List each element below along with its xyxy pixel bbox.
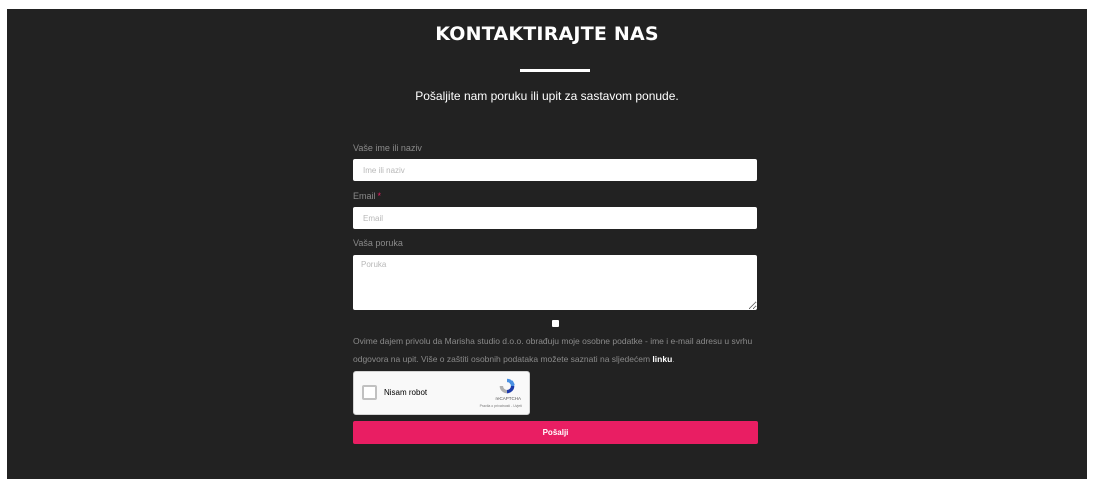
submit-button[interactable]: Pošalji <box>353 421 758 444</box>
contact-section: KONTAKTIRAJTE NAS Pošaljite nam poruku i… <box>7 9 1087 479</box>
page-subtitle: Pošaljite nam poruku ili upit za sastavo… <box>415 89 679 103</box>
message-label-text: Vaša poruka <box>353 238 403 248</box>
recaptcha-widget: Nisam robot reCAPTCHA Pravila o privatno… <box>353 371 530 415</box>
message-label: Vaša poruka <box>353 238 403 248</box>
consent-suffix: . <box>672 354 675 364</box>
consent-checkbox[interactable] <box>552 320 559 327</box>
name-input[interactable] <box>353 159 757 181</box>
recaptcha-brand: reCAPTCHA <box>495 396 521 401</box>
recaptcha-terms-link[interactable]: Pravila o privatnosti - Uvjeti <box>480 404 522 408</box>
consent-body: Ovime dajem privolu da Marisha studio d.… <box>353 336 753 364</box>
consent-text: Ovime dajem privolu da Marisha studio d.… <box>353 332 753 368</box>
email-label: Email * <box>353 191 381 201</box>
name-label: Vaše ime ili naziv <box>353 143 422 153</box>
recaptcha-checkbox[interactable] <box>362 385 377 400</box>
name-label-text: Vaše ime ili naziv <box>353 143 422 153</box>
message-textarea[interactable] <box>353 255 757 310</box>
email-label-text: Email <box>353 191 376 201</box>
email-input[interactable] <box>353 207 757 229</box>
required-marker: * <box>377 191 382 201</box>
recaptcha-label: Nisam robot <box>384 388 428 397</box>
recaptcha-logo-icon <box>499 378 515 394</box>
privacy-link[interactable]: linku <box>652 354 672 364</box>
page-title: KONTAKTIRAJTE NAS <box>435 23 659 45</box>
title-divider <box>520 69 590 72</box>
